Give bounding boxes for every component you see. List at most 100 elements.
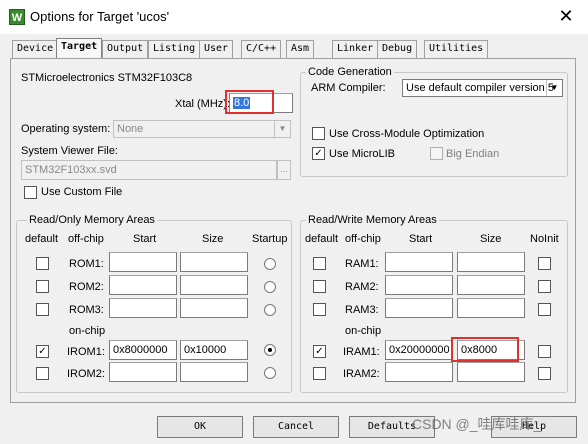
rom1-default-checkbox[interactable] [36, 257, 49, 270]
ram2-noinit-checkbox[interactable] [538, 280, 551, 293]
os-value: None [117, 123, 144, 135]
irom1-label: IROM1: [67, 346, 105, 358]
irom1-start-input[interactable]: 0x8000000 [109, 340, 177, 360]
iram2-noinit-checkbox[interactable] [538, 367, 551, 380]
window-title: Options for Target 'ucos' [30, 9, 170, 24]
tab-linker[interactable]: Linker [332, 40, 379, 58]
rom1-startup-radio[interactable] [264, 258, 276, 270]
ram1-label: RAM1: [345, 258, 379, 270]
arm-compiler-select[interactable]: Use default compiler version 5 ▼ [402, 79, 563, 97]
rw-header-size: Size [480, 233, 502, 245]
ram1-noinit-checkbox[interactable] [538, 257, 551, 270]
cross-module-checkbox[interactable] [312, 127, 325, 140]
irom2-startup-radio[interactable] [264, 367, 276, 379]
tab-output[interactable]: Output [102, 40, 149, 58]
ro-onchip-label: on-chip [69, 325, 106, 337]
ro-memory-title: Read/Only Memory Areas [27, 214, 157, 226]
microlib-checkbox[interactable]: ✓ [312, 147, 325, 160]
custom-file-checkbox[interactable] [24, 186, 37, 199]
svf-input[interactable]: STM32F103xx.svd [21, 160, 277, 180]
tab-target[interactable]: Target [56, 38, 103, 58]
rom1-start-input[interactable] [109, 252, 177, 272]
rom3-startup-radio[interactable] [264, 304, 276, 316]
rw-header-default: default [305, 233, 339, 245]
ram3-label: RAM3: [345, 304, 379, 316]
ram2-start-input[interactable] [385, 275, 453, 295]
check-icon: ✓ [38, 346, 47, 357]
rom1-size-input[interactable] [180, 252, 248, 272]
xtal-label: Xtal (MHz): [175, 98, 230, 110]
ram2-label: RAM2: [345, 281, 379, 293]
iram1-start-input[interactable]: 0x20000000 [385, 340, 453, 360]
ro-header-default: default [25, 233, 59, 245]
ram3-default-checkbox[interactable] [313, 303, 326, 316]
rom2-label: ROM2: [69, 281, 104, 293]
rom2-startup-radio[interactable] [264, 281, 276, 293]
irom2-default-checkbox[interactable] [36, 367, 49, 380]
close-icon[interactable]: ✕ [556, 6, 576, 26]
rw-header-noinit: NoInit [530, 233, 559, 245]
ram3-start-input[interactable] [385, 298, 453, 318]
os-label: Operating system: [21, 123, 111, 135]
watermark-text: CSDN @_哇库哇库_ [412, 416, 542, 432]
iram1-noinit-checkbox[interactable] [538, 345, 551, 358]
ram3-noinit-checkbox[interactable] [538, 303, 551, 316]
iram1-default-checkbox[interactable]: ✓ [313, 345, 326, 358]
custom-file-label: Use Custom File [41, 186, 123, 198]
device-name: STMicroelectronics STM32F103C8 [21, 72, 193, 84]
ram3-size-input[interactable] [457, 298, 525, 318]
ok-button[interactable]: OK [157, 416, 243, 438]
tab-listing[interactable]: Listing [148, 40, 201, 58]
rom2-size-input[interactable] [180, 275, 248, 295]
tab-c-cpp[interactable]: C/C++ [241, 40, 282, 58]
tab-user[interactable]: User [199, 40, 234, 58]
xtal-value: 8.0 [233, 97, 251, 109]
arm-compiler-value: Use default compiler version 5 [406, 82, 554, 94]
big-endian-checkbox[interactable] [430, 147, 443, 160]
svf-label: System Viewer File: [21, 145, 118, 157]
iram2-start-input[interactable] [385, 362, 453, 382]
chevron-down-icon: ▼ [274, 121, 290, 137]
irom2-start-input[interactable] [109, 362, 177, 382]
irom1-size-input[interactable]: 0x10000 [180, 340, 248, 360]
ro-header-start: Start [133, 233, 157, 245]
os-select[interactable]: None ▼ [113, 120, 291, 138]
ro-header-offchip: off-chip [68, 233, 104, 245]
rom3-default-checkbox[interactable] [36, 303, 49, 316]
iram1-size-input[interactable]: 0x8000 [457, 340, 525, 360]
ram2-default-checkbox[interactable] [313, 280, 326, 293]
irom1-startup-radio[interactable] [264, 344, 276, 356]
irom2-size-input[interactable] [180, 362, 248, 382]
svf-browse-button[interactable]: ... [277, 160, 291, 180]
rw-header-offchip: off-chip [345, 233, 381, 245]
xtal-input[interactable]: 8.0 [229, 93, 293, 113]
rom3-size-input[interactable] [180, 298, 248, 318]
rom2-start-input[interactable] [109, 275, 177, 295]
tab-debug[interactable]: Debug [377, 40, 418, 58]
title-bar: W Options for Target 'ucos' ✕ [0, 0, 588, 34]
ram1-size-input[interactable] [457, 252, 525, 272]
iram1-label: IRAM1: [343, 346, 380, 358]
ram1-default-checkbox[interactable] [313, 257, 326, 270]
iram2-label: IRAM2: [343, 368, 380, 380]
keil-app-icon: W [9, 9, 25, 25]
rom2-default-checkbox[interactable] [36, 280, 49, 293]
iram2-default-checkbox[interactable] [313, 367, 326, 380]
rom1-label: ROM1: [69, 258, 104, 270]
rom3-label: ROM3: [69, 304, 104, 316]
irom1-default-checkbox[interactable]: ✓ [36, 345, 49, 358]
iram2-size-input[interactable] [457, 362, 525, 382]
ro-header-startup: Startup [252, 233, 288, 245]
tab-device[interactable]: Device [12, 40, 59, 58]
ram1-start-input[interactable] [385, 252, 453, 272]
cancel-button[interactable]: Cancel [253, 416, 339, 438]
tab-utilities[interactable]: Utilities [424, 40, 489, 58]
rw-memory-title: Read/Write Memory Areas [306, 214, 439, 226]
check-icon: ✓ [314, 148, 323, 159]
arm-compiler-label: ARM Compiler: [311, 82, 386, 94]
rom3-start-input[interactable] [109, 298, 177, 318]
tab-asm[interactable]: Asm [286, 40, 315, 58]
check-icon: ✓ [315, 346, 324, 357]
ram2-size-input[interactable] [457, 275, 525, 295]
irom2-label: IROM2: [67, 368, 105, 380]
